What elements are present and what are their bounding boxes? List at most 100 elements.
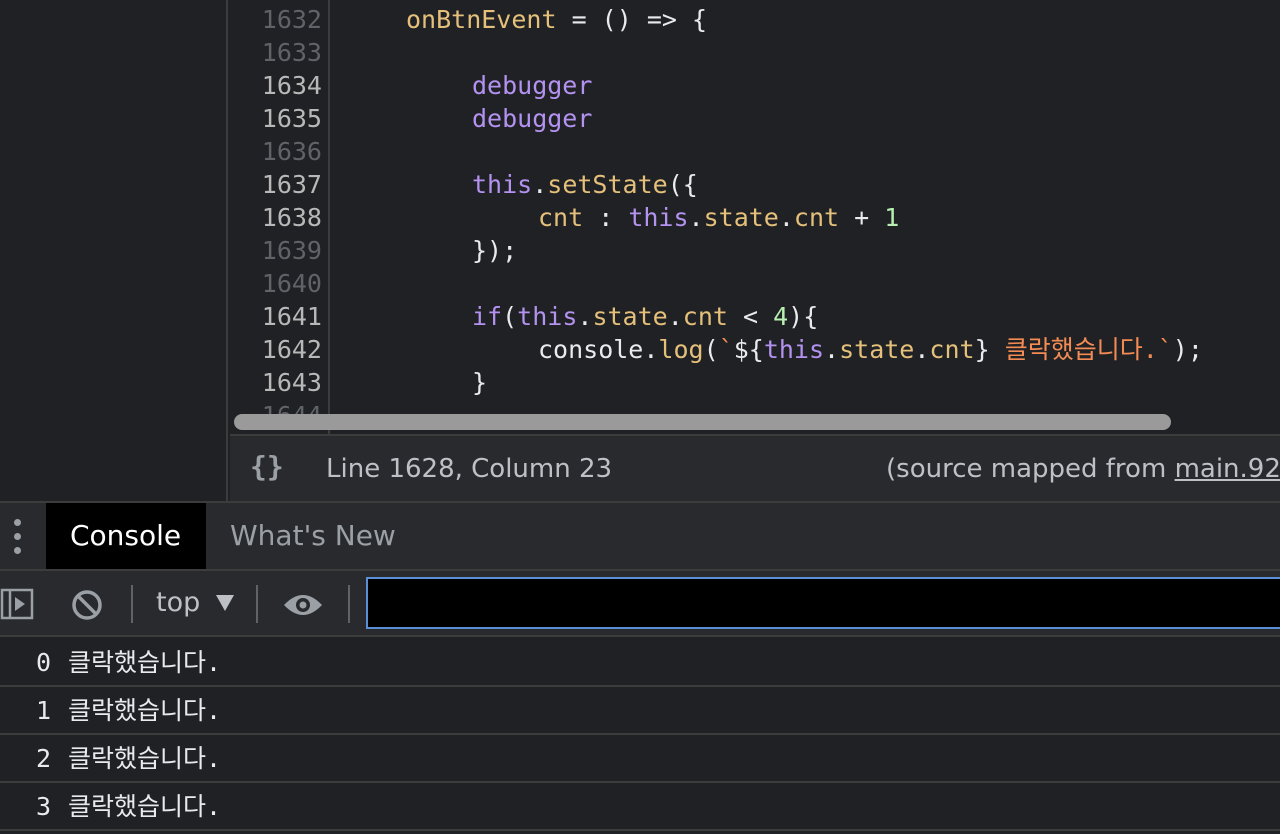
code-line[interactable]: 1638 cnt : this.state.cnt + 1 bbox=[230, 201, 1280, 234]
code-text: debugger bbox=[472, 102, 592, 135]
message-count: 3 bbox=[36, 792, 52, 821]
code-line[interactable]: 1640 bbox=[230, 267, 1280, 300]
code-token: cnt bbox=[538, 203, 584, 232]
drawer-tab-bar: Console What's New bbox=[0, 501, 1280, 571]
console-filter-input[interactable] bbox=[366, 577, 1280, 629]
pretty-print-button[interactable]: {} bbox=[250, 450, 284, 483]
code-token: ` bbox=[718, 335, 734, 364]
code-token: . bbox=[577, 302, 593, 331]
horizontal-scrollbar[interactable] bbox=[234, 414, 1171, 430]
more-tools-menu-icon[interactable] bbox=[8, 519, 28, 555]
clear-console-icon[interactable] bbox=[70, 588, 104, 622]
line-number[interactable]: 1638 bbox=[230, 201, 322, 234]
context-dropdown-icon[interactable] bbox=[216, 595, 234, 611]
console-messages: 0 클락했습니다. 1 클락했습니다. 2 클락했습니다. 3 클락했습니다. bbox=[0, 637, 1280, 834]
line-number[interactable]: 1639 bbox=[230, 234, 322, 267]
line-number[interactable]: 1642 bbox=[230, 333, 322, 366]
toolbar-divider bbox=[131, 585, 133, 623]
console-toolbar: top bbox=[0, 571, 1280, 637]
code-token: ({ bbox=[667, 170, 698, 199]
console-message: 1 클락했습니다. bbox=[0, 687, 1280, 735]
code-token: ( bbox=[703, 335, 719, 364]
code-token: ${ bbox=[733, 335, 764, 364]
code-token: setState bbox=[547, 170, 668, 199]
cursor-position: Line 1628, Column 23 bbox=[326, 454, 613, 484]
code-token: state bbox=[839, 335, 915, 364]
code-token: debugger bbox=[472, 71, 593, 100]
line-number[interactable]: 1634 bbox=[230, 69, 322, 102]
code-text: debugger bbox=[472, 69, 592, 102]
code-token: this bbox=[628, 203, 689, 232]
message-text: 클락했습니다. bbox=[68, 792, 222, 821]
code-token: ( bbox=[502, 302, 518, 331]
console-message: 0 클락했습니다. bbox=[0, 639, 1280, 687]
message-count: 0 bbox=[36, 648, 52, 677]
code-token: + bbox=[839, 203, 885, 232]
message-text: 클락했습니다. bbox=[68, 648, 222, 677]
code-token: 1 bbox=[884, 203, 900, 232]
code-token: state bbox=[592, 302, 668, 331]
line-number[interactable]: 1632 bbox=[230, 3, 322, 36]
code-line[interactable]: 1643} bbox=[230, 366, 1280, 399]
code-token: ){ bbox=[788, 302, 819, 331]
toolbar-divider bbox=[256, 585, 258, 623]
line-number[interactable]: 1633 bbox=[230, 36, 322, 69]
file-navigator-pane bbox=[0, 0, 228, 501]
show-sidebar-icon[interactable] bbox=[0, 587, 36, 621]
code-line[interactable]: 1637 this.setState({ bbox=[230, 168, 1280, 201]
code-line[interactable]: 1641 if(this.state.cnt < 4){ bbox=[230, 300, 1280, 333]
line-number[interactable]: 1637 bbox=[230, 168, 322, 201]
code-token: ); bbox=[1172, 335, 1203, 364]
code-line[interactable]: 1639}); bbox=[230, 234, 1280, 267]
line-number[interactable]: 1635 bbox=[230, 102, 322, 135]
code-line[interactable]: 1635 debugger bbox=[230, 102, 1280, 135]
message-text: 클락했습니다. bbox=[68, 744, 222, 773]
code-token: . bbox=[532, 170, 548, 199]
code-token: cnt bbox=[929, 335, 975, 364]
code-token: : bbox=[583, 203, 629, 232]
code-line[interactable]: 1634 debugger bbox=[230, 69, 1280, 102]
code-token: this bbox=[517, 302, 578, 331]
line-number[interactable]: 1641 bbox=[230, 300, 322, 333]
tab-whats-new[interactable]: What's New bbox=[206, 503, 420, 569]
code-line[interactable]: 1636 bbox=[230, 135, 1280, 168]
code-token: }); bbox=[472, 236, 518, 265]
message-count: 2 bbox=[36, 744, 52, 773]
code-token: < bbox=[727, 302, 774, 331]
live-expression-eye-icon[interactable] bbox=[282, 591, 324, 619]
code-text: this.setState({ bbox=[472, 168, 698, 201]
source-map-link[interactable]: main.92 bbox=[1175, 454, 1280, 484]
line-number[interactable]: 1640 bbox=[230, 267, 322, 300]
code-token: this bbox=[763, 335, 825, 364]
line-number[interactable]: 1643 bbox=[230, 366, 322, 399]
code-token: } bbox=[974, 335, 1005, 364]
code-text: console.log(`${this.state.cnt} 클락했습니다.`)… bbox=[538, 333, 1203, 366]
console-message: 3 클락했습니다. bbox=[0, 783, 1280, 831]
code-text: onBtnEvent = () => { bbox=[406, 3, 707, 36]
toolbar-divider bbox=[348, 585, 350, 623]
message-count: 1 bbox=[36, 696, 52, 725]
console-message: 2 클락했습니다. bbox=[0, 735, 1280, 783]
context-selector[interactable]: top bbox=[156, 587, 200, 618]
code-token: onBtnEvent bbox=[406, 5, 557, 34]
code-text: if(this.state.cnt < 4){ bbox=[472, 300, 818, 333]
code-line[interactable]: 1633 bbox=[230, 36, 1280, 69]
code-token: cnt bbox=[793, 203, 840, 232]
code-line[interactable]: 1632 onBtnEvent = () => { bbox=[230, 3, 1280, 36]
editor-status-bar: {} Line 1628, Column 23 (source mapped f… bbox=[230, 434, 1280, 501]
source-editor[interactable]: 1632 onBtnEvent = () => { 1633 1634 debugger… bbox=[230, 0, 1280, 434]
message-text: 클락했습니다. bbox=[68, 696, 222, 725]
source-mapped-info: (source mapped from main.92 bbox=[886, 454, 1280, 484]
code-token: . bbox=[824, 335, 840, 364]
code-text: cnt : this.state.cnt + 1 bbox=[538, 201, 899, 234]
code-token: log bbox=[658, 335, 704, 364]
code-token: debugger bbox=[472, 104, 593, 133]
code-token: if bbox=[472, 302, 503, 331]
code-token: 4 bbox=[773, 302, 789, 331]
tab-console[interactable]: Console bbox=[46, 503, 206, 569]
line-number[interactable]: 1636 bbox=[230, 135, 322, 168]
code-token: cnt bbox=[682, 302, 728, 331]
code-line[interactable]: 1642 console.log(`${this.state.cnt} 클락했습니… bbox=[230, 333, 1280, 366]
code-token: . bbox=[914, 335, 930, 364]
code-token: . bbox=[667, 302, 683, 331]
